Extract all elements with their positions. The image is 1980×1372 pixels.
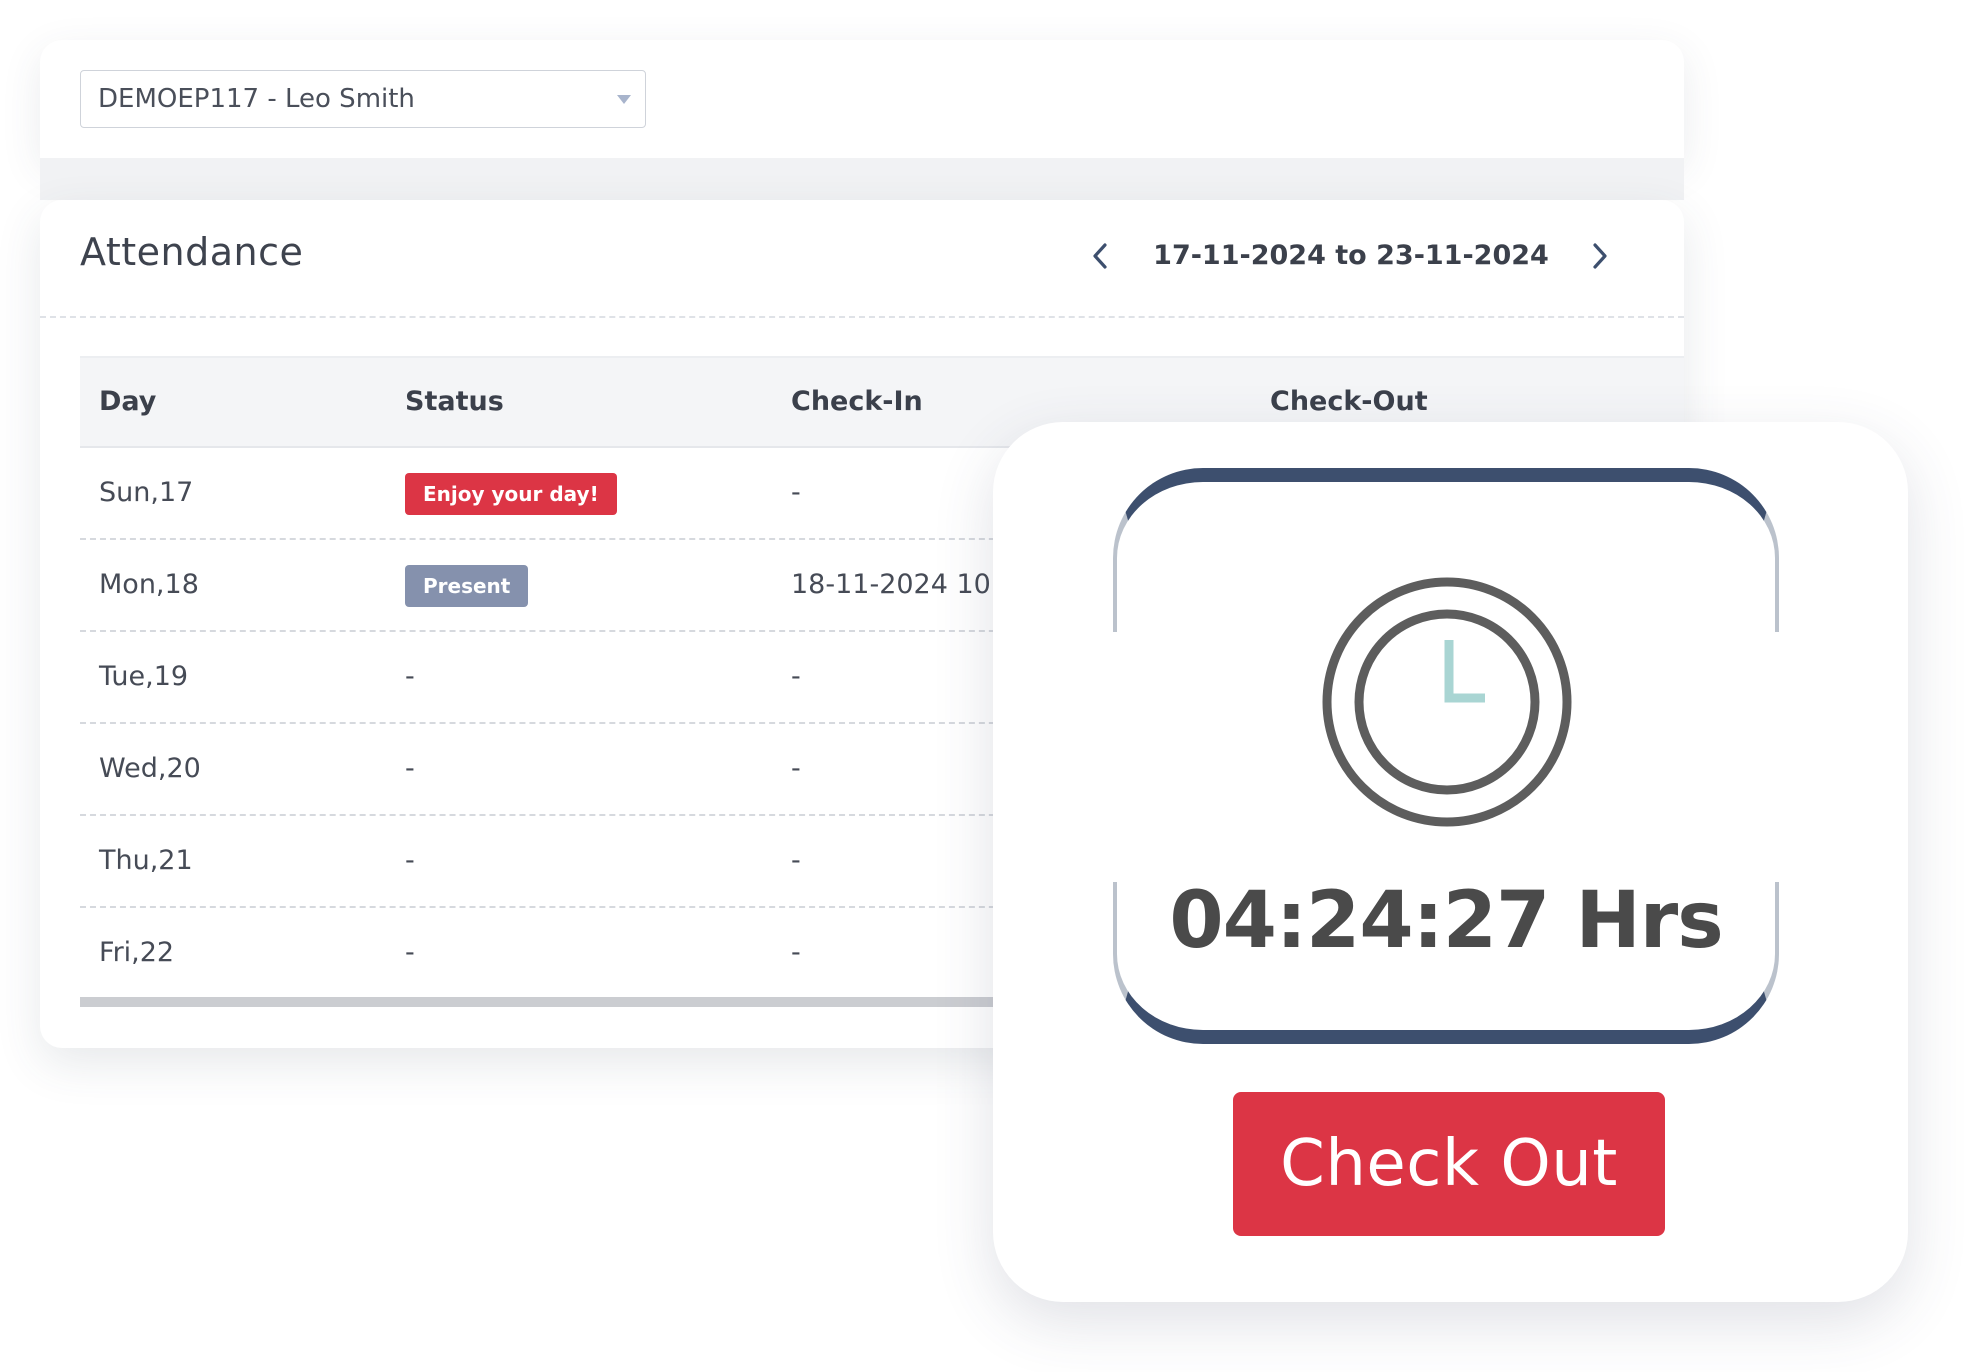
status-badge: Enjoy your day!	[405, 473, 617, 515]
page-title: Attendance	[80, 230, 304, 274]
day-cell: Tue,19	[99, 661, 189, 692]
check-in-cell: -	[791, 477, 801, 508]
frame-gap	[1769, 632, 1783, 882]
chevron-left-icon	[1093, 243, 1107, 269]
status-cell: -	[405, 753, 415, 784]
week-range-label: 17-11-2024 to 23-11-2024	[1153, 240, 1549, 271]
day-cell: Sun,17	[99, 477, 194, 508]
chevron-right-icon	[1593, 243, 1607, 269]
check-in-cell: -	[791, 753, 801, 784]
column-header-day: Day	[99, 386, 157, 417]
employee-selector-card: DEMOEP117 - Leo Smith	[40, 40, 1684, 158]
timer-card: 04:24:27 Hrs Check Out	[993, 422, 1908, 1302]
day-cell: Mon,18	[99, 569, 199, 600]
header-divider	[40, 316, 1684, 318]
timer-display-frame: 04:24:27 Hrs	[1109, 468, 1783, 1044]
next-week-button[interactable]	[1580, 236, 1620, 276]
chevron-down-icon[interactable]	[617, 95, 631, 104]
check-out-button[interactable]: Check Out	[1233, 1092, 1665, 1236]
status-badge: Present	[405, 565, 529, 607]
status-cell: -	[405, 661, 415, 692]
elapsed-time: 04:24:27 Hrs	[1169, 876, 1723, 966]
check-in-cell: -	[791, 661, 801, 692]
day-cell: Wed,20	[99, 753, 201, 784]
status-cell: -	[405, 845, 415, 876]
frame-gap	[1109, 632, 1123, 882]
check-in-cell: -	[791, 937, 801, 968]
day-cell: Thu,21	[99, 845, 193, 876]
status-cell: -	[405, 937, 415, 968]
clock-icon	[1322, 577, 1572, 827]
employee-select-value: DEMOEP117 - Leo Smith	[98, 84, 415, 114]
column-header-status: Status	[405, 386, 504, 417]
section-separator	[40, 158, 1684, 200]
employee-select[interactable]: DEMOEP117 - Leo Smith	[80, 70, 646, 128]
column-header-check-in: Check-In	[791, 386, 923, 417]
check-in-cell: -	[791, 845, 801, 876]
day-cell: Fri,22	[99, 937, 175, 968]
previous-week-button[interactable]	[1080, 236, 1120, 276]
week-navigator: 17-11-2024 to 23-11-2024	[1080, 236, 1640, 276]
